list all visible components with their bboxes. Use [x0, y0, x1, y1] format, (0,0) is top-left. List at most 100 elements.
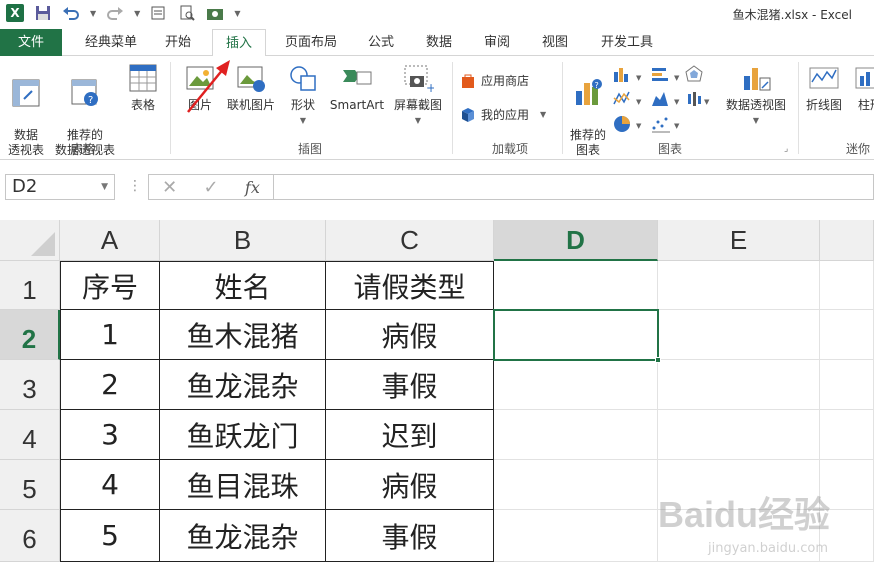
- cell-e4[interactable]: [658, 410, 820, 460]
- formula-input[interactable]: [274, 174, 874, 200]
- recommended-charts-button[interactable]: ? 推荐的 图表: [566, 62, 610, 158]
- column-header-b[interactable]: B: [160, 220, 326, 261]
- column-header-c[interactable]: C: [326, 220, 494, 261]
- svg-text:▼: ▼: [636, 122, 642, 130]
- radar-chart-icon[interactable]: [685, 65, 703, 82]
- cell-d5[interactable]: [494, 460, 658, 510]
- cell-c4[interactable]: 迟到: [326, 410, 494, 460]
- cell-f1[interactable]: [820, 261, 874, 310]
- shapes-icon: [290, 66, 316, 91]
- group-separator: [562, 62, 563, 154]
- formula-buttons: ✕ ✓ fx: [148, 174, 274, 200]
- tab-formulas[interactable]: 公式: [360, 29, 402, 56]
- cell-e2[interactable]: [658, 310, 820, 360]
- area-chart-icon[interactable]: [652, 92, 668, 106]
- cell-b3[interactable]: 鱼龙混杂: [160, 360, 326, 410]
- shapes-button[interactable]: 形状 ▼: [282, 62, 324, 128]
- sparkline-column-icon: [855, 67, 874, 89]
- insert-function-button[interactable]: fx: [245, 178, 260, 197]
- tab-classic-menu[interactable]: 经典菜单: [76, 29, 146, 56]
- line-chart-icon[interactable]: [613, 91, 630, 105]
- scatter-chart-icon[interactable]: [652, 117, 670, 133]
- tab-home[interactable]: 开始: [155, 29, 201, 56]
- row-header-3[interactable]: 3: [0, 360, 60, 410]
- my-apps-dropdown-icon[interactable]: ▼: [540, 110, 546, 119]
- cell-a6[interactable]: 5: [60, 510, 160, 562]
- cell-b6[interactable]: 鱼龙混杂: [160, 510, 326, 562]
- cell-d4[interactable]: [494, 410, 658, 460]
- cell-a5[interactable]: 4: [60, 460, 160, 510]
- column-header-f[interactable]: [820, 220, 874, 261]
- redo-dropdown-icon[interactable]: ▼: [134, 9, 140, 18]
- tab-view[interactable]: 视图: [534, 29, 576, 56]
- name-box-dropdown-icon[interactable]: ▼: [101, 175, 108, 199]
- row-header-6[interactable]: 6: [0, 510, 60, 562]
- stock-chart-icon[interactable]: [688, 92, 701, 106]
- column-header-d[interactable]: D: [494, 220, 658, 261]
- tab-data[interactable]: 数据: [418, 29, 460, 56]
- svg-text:▼: ▼: [636, 98, 642, 106]
- form-icon[interactable]: [150, 4, 168, 22]
- cell-f3[interactable]: [820, 360, 874, 410]
- cell-d3[interactable]: [494, 360, 658, 410]
- svg-text:?: ?: [88, 95, 93, 106]
- cell-c3[interactable]: 事假: [326, 360, 494, 410]
- column-chart-icon[interactable]: [614, 68, 628, 82]
- pivot-chart-button[interactable]: 数据透视图 ▼: [718, 62, 794, 128]
- cell-c2[interactable]: 病假: [326, 310, 494, 360]
- row-header-2[interactable]: 2: [0, 310, 60, 360]
- tab-page-layout[interactable]: 页面布局: [276, 29, 346, 56]
- cell-e3[interactable]: [658, 360, 820, 410]
- screenshot-dropdown-icon: ▼: [414, 116, 422, 125]
- cell-d6[interactable]: [494, 510, 658, 562]
- save-icon[interactable]: [34, 4, 52, 22]
- cell-b2[interactable]: 鱼木混猪: [160, 310, 326, 360]
- redo-icon[interactable]: [106, 4, 124, 22]
- formula-bar-splitter-icon[interactable]: ⋮: [128, 178, 142, 194]
- cell-a3[interactable]: 2: [60, 360, 160, 410]
- tab-insert[interactable]: 插入: [212, 29, 266, 57]
- cell-e1[interactable]: [658, 261, 820, 310]
- row-header-5[interactable]: 5: [0, 460, 60, 510]
- screenshot-button[interactable]: + 屏幕截图 ▼: [390, 62, 446, 128]
- fill-handle[interactable]: [655, 357, 661, 363]
- undo-dropdown-icon[interactable]: ▼: [90, 9, 96, 18]
- cancel-icon[interactable]: ✕: [162, 177, 177, 198]
- cell-b5[interactable]: 鱼目混珠: [160, 460, 326, 510]
- sparkline-line-button[interactable]: 折线图: [802, 62, 846, 113]
- undo-icon[interactable]: [62, 4, 80, 22]
- store-button[interactable]: 应用商店: [460, 72, 529, 89]
- row-header-1[interactable]: 1: [0, 261, 60, 310]
- name-box[interactable]: D2 ▼: [5, 174, 115, 200]
- cell-c6[interactable]: 事假: [326, 510, 494, 562]
- cell-a4[interactable]: 3: [60, 410, 160, 460]
- cell-b4[interactable]: 鱼跃龙门: [160, 410, 326, 460]
- column-header-a[interactable]: A: [60, 220, 160, 261]
- smartart-button[interactable]: SmartArt: [326, 62, 388, 113]
- cell-a1[interactable]: 序号: [60, 261, 160, 310]
- cell-b1[interactable]: 姓名: [160, 261, 326, 310]
- row-header-4[interactable]: 4: [0, 410, 60, 460]
- print-preview-icon[interactable]: [178, 4, 196, 22]
- cell-f2[interactable]: [820, 310, 874, 360]
- cell-c5[interactable]: 病假: [326, 460, 494, 510]
- charts-dialog-launcher-icon[interactable]: ⌟: [784, 144, 788, 154]
- customize-qat-icon[interactable]: ▼: [234, 9, 240, 18]
- my-apps-button[interactable]: 我的应用 ▼: [460, 106, 546, 123]
- cell-a2[interactable]: 1: [60, 310, 160, 360]
- tab-developer[interactable]: 开发工具: [592, 29, 662, 56]
- pie-chart-icon[interactable]: [614, 116, 630, 132]
- cell-f4[interactable]: [820, 410, 874, 460]
- bar-chart-icon[interactable]: [652, 68, 668, 81]
- enter-icon[interactable]: ✓: [204, 177, 219, 198]
- camera-icon[interactable]: [206, 4, 224, 22]
- store-label: 应用商店: [481, 74, 530, 88]
- table-button[interactable]: 表格: [122, 62, 164, 113]
- cell-c1[interactable]: 请假类型: [326, 261, 494, 310]
- tab-review[interactable]: 审阅: [476, 29, 518, 56]
- sparkline-column-button[interactable]: 柱形: [848, 62, 874, 113]
- column-header-e[interactable]: E: [658, 220, 820, 261]
- cell-d1[interactable]: [494, 261, 658, 310]
- tab-file[interactable]: 文件: [0, 29, 62, 56]
- select-all-button[interactable]: [0, 220, 60, 261]
